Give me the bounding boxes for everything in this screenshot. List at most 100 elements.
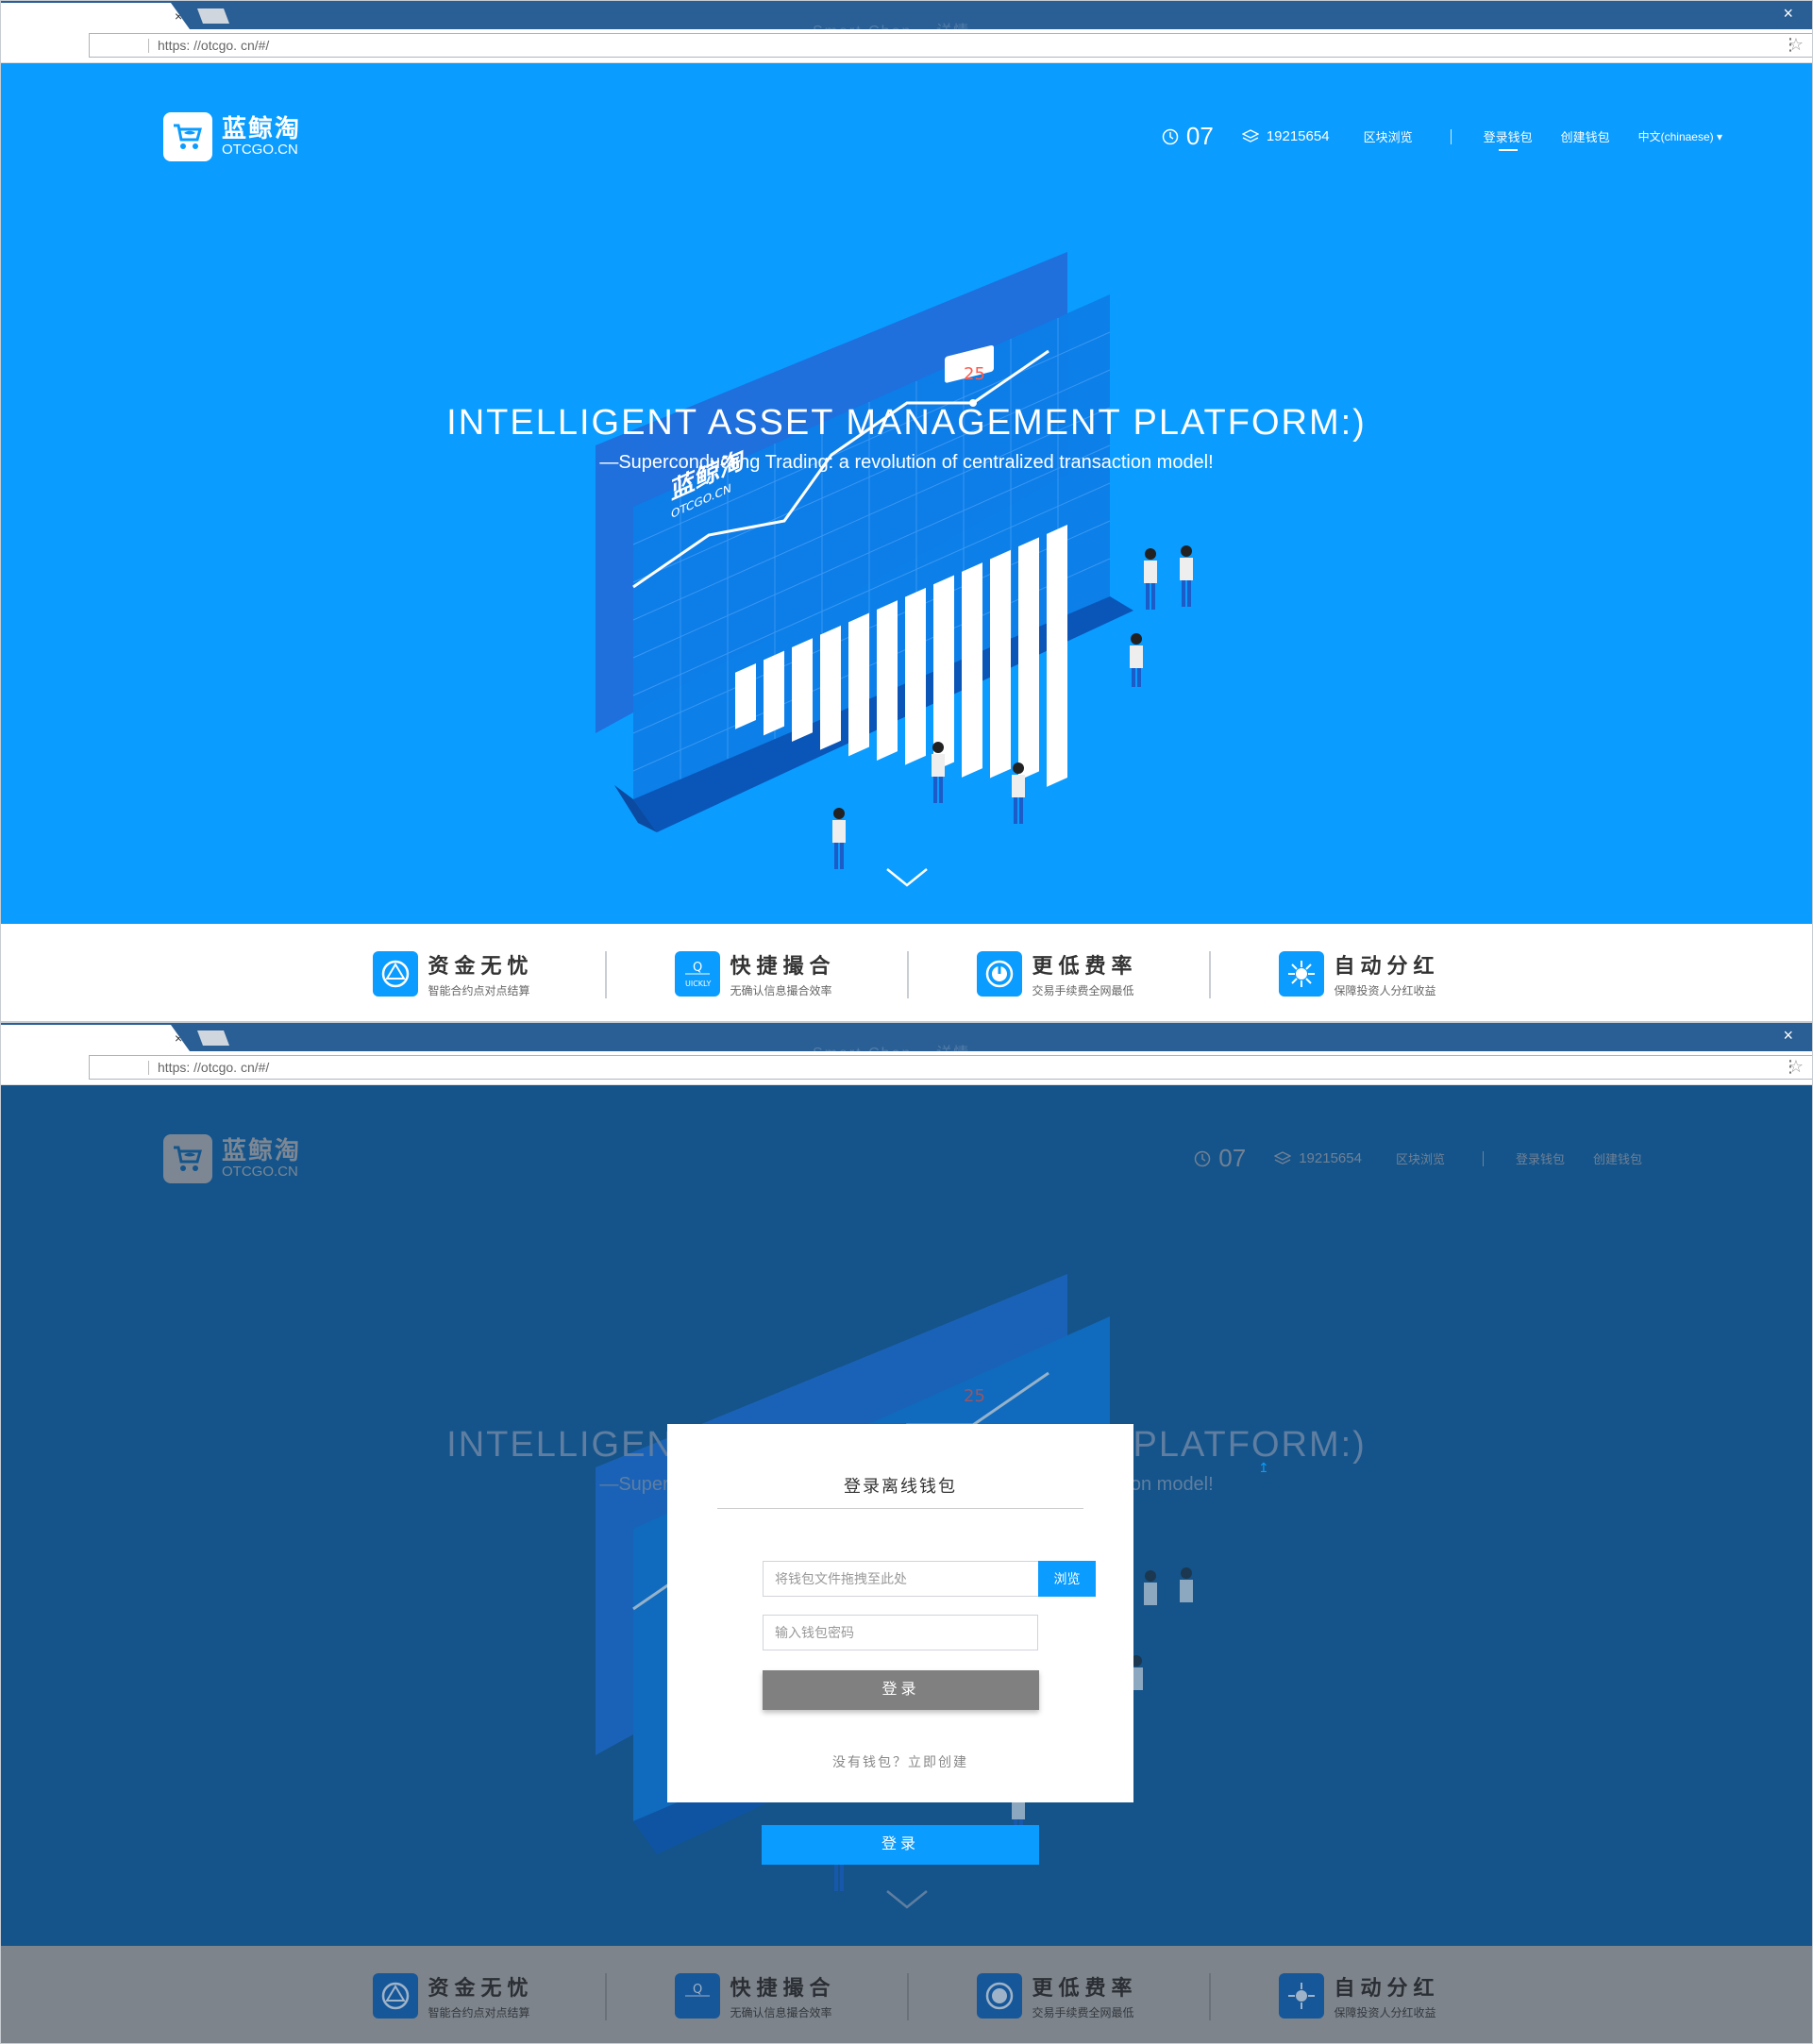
- tab-close-icon[interactable]: ×: [175, 8, 188, 24]
- feature-desc: 无确认信息撮合效率: [730, 983, 832, 997]
- block-time-value: 07: [1185, 122, 1214, 150]
- site-logo[interactable]: 蓝鲸淘 OTCGO.CN: [163, 112, 301, 161]
- clock-gauge-icon: [977, 1972, 1023, 2019]
- nav-divider: [1482, 1150, 1484, 1166]
- feature-item: 自动分红保障投资人分红收益: [1208, 1971, 1511, 2020]
- nav-explorer-link[interactable]: 区块浏览: [1364, 127, 1413, 145]
- login-modal: 登录离线钱包 将钱包文件拖拽至此处 浏览 输入钱包密码 登录 没有钱包？立即创建: [667, 1424, 1133, 1802]
- block-time: 07: [1162, 122, 1214, 151]
- feature-item: 资金无忧智能合约点对点结算: [303, 949, 605, 998]
- layers-icon: [1241, 128, 1259, 142]
- svg-text:Q: Q: [693, 1983, 702, 1997]
- url-text[interactable]: https: //otcgo. cn/#/: [158, 38, 269, 53]
- feature-item: 资金无忧智能合约点对点结算: [303, 1971, 605, 2020]
- brand-name-en: OTCGO.CN: [222, 142, 298, 158]
- feature-item: 更低费率交易手续费全网最低: [906, 949, 1209, 998]
- language-label: 中文(chinaese): [1637, 130, 1714, 143]
- block-height-value: 19215654: [1299, 1150, 1362, 1166]
- chevron-down-icon[interactable]: [885, 1889, 929, 1910]
- feature-title: 更低费率: [1032, 1975, 1138, 2000]
- brand-name-cn: 蓝鲸淘: [222, 114, 302, 142]
- tab-close-icon[interactable]: ×: [175, 1030, 188, 1046]
- network-hub-icon: [1279, 1972, 1325, 2019]
- wallet-password-field[interactable]: 输入钱包密码: [763, 1615, 1038, 1650]
- screenshot-login-modal: × Smart Chan... 详情 × https: //otcgo. cn/…: [0, 1022, 1813, 2044]
- nav-divider: [1450, 128, 1452, 144]
- wallet-file-dropzone[interactable]: 将钱包文件拖拽至此处: [763, 1561, 1038, 1597]
- feature-title: 更低费率: [1032, 953, 1138, 978]
- svg-text:UICKLY: UICKLY: [685, 980, 711, 988]
- nav-create-wallet[interactable]: 创建钱包: [1561, 127, 1610, 145]
- page-login-button[interactable]: 登录: [762, 1825, 1039, 1865]
- browse-button[interactable]: 浏览: [1038, 1561, 1096, 1597]
- feature-desc: 交易手续费全网最低: [1032, 983, 1134, 997]
- hero-section-dimmed: 蓝鲸淘 OTCGO.CN 07 19215654 区块浏览 登录钱包 创建钱包: [1, 1085, 1812, 1946]
- modal-login-button[interactable]: 登录: [763, 1670, 1039, 1710]
- browser-titlebar: × Smart Chan... 详情 ×: [1, 1023, 1812, 1062]
- features-bar: 资金无忧智能合约点对点结算 Q UICKLY 快捷撮合无确认信息撮合效率 更低费率…: [1, 924, 1812, 1021]
- clock-icon: [1162, 128, 1179, 144]
- address-bar-row: https: //otcgo. cn/#/ ☆ ⋮: [1, 1051, 1812, 1085]
- chart-value-tag: 25: [964, 1386, 985, 1406]
- shield-cycle-icon: [373, 950, 419, 997]
- feature-title: 资金无忧: [428, 1975, 534, 2000]
- feature-title: 快捷撮合: [730, 953, 836, 978]
- new-tab-button[interactable]: [197, 1030, 229, 1046]
- address-bar[interactable]: https: //otcgo. cn/#/ ☆: [89, 1055, 1812, 1080]
- quick-match-icon: Q UICKLY: [675, 950, 721, 997]
- new-tab-button[interactable]: [197, 8, 229, 24]
- window-close-icon[interactable]: ×: [1783, 1026, 1793, 1045]
- create-wallet-link[interactable]: 没有钱包？立即创建: [667, 1752, 1133, 1771]
- browser-menu-icon[interactable]: ⋮: [1782, 1056, 1799, 1077]
- nav-login-wallet[interactable]: 登录钱包: [1484, 127, 1533, 151]
- modal-title: 登录离线钱包: [844, 1477, 957, 1496]
- feature-title: 资金无忧: [428, 953, 534, 978]
- block-height: 19215654: [1241, 128, 1330, 144]
- features-bar: 资金无忧智能合约点对点结算 Q 快捷撮合 无确认信息撮合效率 更低费率交易手续费全…: [1, 1946, 1812, 2043]
- address-bar[interactable]: https: //otcgo. cn/#/ ☆: [89, 33, 1812, 58]
- feature-desc: 智能合约点对点结算: [428, 2005, 530, 2019]
- shield-cycle-icon: [373, 1972, 419, 2019]
- hero-illustration: 25 蓝鲸淘 OTCGO.CN: [596, 252, 1193, 869]
- feature-desc: 交易手续费全网最低: [1032, 2005, 1134, 2019]
- brand-name-en: OTCGO.CN: [222, 1164, 298, 1180]
- top-nav: 07 19215654 区块浏览 登录钱包 创建钱包: [1194, 1144, 1670, 1173]
- url-separator: [148, 1061, 149, 1075]
- browser-tab[interactable]: ×: [1, 1025, 190, 1051]
- cart-whale-icon: [163, 112, 212, 161]
- chevron-down-icon[interactable]: [885, 867, 929, 888]
- clock-icon: [1195, 1150, 1211, 1166]
- block-height-value: 19215654: [1266, 128, 1330, 144]
- layers-icon: [1274, 1150, 1292, 1164]
- nav-explorer-link[interactable]: 区块浏览: [1396, 1149, 1445, 1167]
- hero-section: 蓝鲸淘 OTCGO.CN 07 19215654 区块浏览 登录钱包 创建钱包 …: [1, 63, 1812, 924]
- browser-menu-icon[interactable]: ⋮: [1782, 34, 1799, 55]
- block-height: 19215654: [1274, 1150, 1362, 1166]
- chart-tag-value: 25: [964, 1386, 985, 1406]
- feature-desc: 智能合约点对点结算: [428, 983, 530, 997]
- feature-item: Q 快捷撮合 无确认信息撮合效率: [604, 1971, 907, 2020]
- site-logo[interactable]: 蓝鲸淘 OTCGO.CN: [163, 1134, 301, 1183]
- browser-titlebar: × Smart Chan... 详情 ×: [1, 1, 1812, 40]
- url-text[interactable]: https: //otcgo. cn/#/: [158, 1060, 269, 1075]
- browser-tab[interactable]: ×: [1, 3, 190, 29]
- window-close-icon[interactable]: ×: [1783, 4, 1793, 23]
- feature-title: 自动分红: [1334, 1975, 1440, 2000]
- nav-login-wallet[interactable]: 登录钱包: [1516, 1149, 1565, 1167]
- language-select[interactable]: 中文(chinaese) ▾: [1638, 128, 1722, 144]
- nav-create-wallet[interactable]: 创建钱包: [1593, 1149, 1642, 1167]
- feature-desc: 保障投资人分红收益: [1334, 983, 1436, 997]
- quick-match-icon: Q: [675, 1972, 721, 2019]
- hero-title: INTELLIGENT ASSET MANAGEMENT PLATFORM:): [446, 403, 1367, 443]
- cart-whale-icon: [163, 1134, 212, 1183]
- url-separator: [148, 39, 149, 53]
- feature-item: 自动分红 保障投资人分红收益: [1208, 949, 1511, 998]
- feature-desc: 保障投资人分红收益: [1334, 2005, 1436, 2019]
- modal-divider: [717, 1508, 1083, 1509]
- address-bar-row: https: //otcgo. cn/#/ ☆ ⋮: [1, 29, 1812, 63]
- hero-subtitle: —Superconducting Trading: a revolution o…: [599, 452, 1214, 473]
- chart-tag-value: 25: [964, 364, 985, 384]
- feature-title: 快捷撮合: [730, 1975, 836, 2000]
- svg-text:Q: Q: [693, 961, 702, 975]
- block-time: 07: [1194, 1144, 1246, 1173]
